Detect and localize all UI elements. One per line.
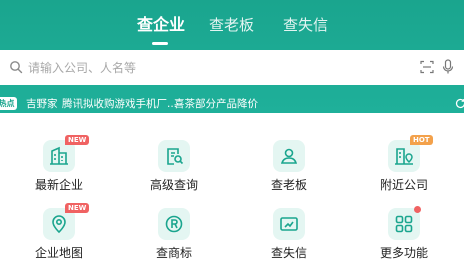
ticker-item[interactable]: 喜茶部分产品降价 xyxy=(174,96,258,112)
trademark-icon xyxy=(165,215,183,233)
hot-badge: HOT xyxy=(410,135,433,145)
search-input[interactable] xyxy=(28,58,388,78)
location-building-icon xyxy=(395,148,413,165)
grid-item-trademark[interactable]: 查商标 xyxy=(124,208,224,265)
grid-item-nearby-companies[interactable]: HOT 附近公司 xyxy=(354,135,454,200)
grid-item-label: 高级查询 xyxy=(149,178,198,192)
grid-item-dishonesty[interactable]: 查失信 xyxy=(239,208,339,265)
dishonesty-icon xyxy=(280,217,298,231)
search-bar[interactable] xyxy=(0,50,464,85)
scan-icon[interactable] xyxy=(420,60,434,74)
map-pin-icon xyxy=(52,215,66,234)
notification-dot xyxy=(414,206,421,213)
grid-item-label: 查失信 xyxy=(270,246,307,260)
grid-item-label: 附近公司 xyxy=(379,178,428,192)
grid-item-find-boss[interactable]: 查老板 xyxy=(239,140,339,200)
hot-tag: 热点 xyxy=(0,97,17,110)
grid-icon xyxy=(395,215,413,233)
grid-item-label: 查商标 xyxy=(155,246,192,260)
grid-item-label: 查老板 xyxy=(270,178,307,192)
new-badge: NEW xyxy=(65,135,90,145)
tab-bar: 查企业 查老板 查失信 xyxy=(0,14,464,45)
building-icon xyxy=(50,146,68,165)
header: 查企业 查老板 查失信 热点 吉野家 腾讯拟收购游戏手机厂... 喜茶部分产品降… xyxy=(0,0,464,113)
grid-item-advanced-search[interactable]: 高级查询 xyxy=(124,140,224,200)
tab-boss[interactable]: 查老板 xyxy=(209,14,254,36)
active-tab-indicator xyxy=(152,42,168,45)
grid-item-label: 最新企业 xyxy=(34,178,83,192)
search-doc-icon xyxy=(167,148,184,165)
microphone-icon[interactable] xyxy=(442,59,454,75)
hot-news-ticker[interactable]: 热点 吉野家 腾讯拟收购游戏手机厂... 喜茶部分产品降价 xyxy=(0,93,464,115)
refresh-icon[interactable] xyxy=(455,98,464,109)
grid-item-label: 企业地图 xyxy=(34,246,83,260)
grid-item-label: 更多功能 xyxy=(379,246,428,260)
ticker-item[interactable]: 吉野家 xyxy=(26,96,58,112)
ticker-item[interactable]: 腾讯拟收购游戏手机厂... xyxy=(62,96,177,112)
person-icon xyxy=(280,148,298,164)
tab-dishonest[interactable]: 查失信 xyxy=(283,14,328,36)
search-icon xyxy=(10,61,23,74)
grid-item-more-features[interactable]: 更多功能 xyxy=(354,206,454,265)
grid-item-company-map[interactable]: NEW 企业地图 xyxy=(9,203,109,265)
tab-company[interactable]: 查企业 xyxy=(137,14,185,36)
grid-item-latest-companies[interactable]: NEW 最新企业 xyxy=(9,135,109,200)
new-badge: NEW xyxy=(65,203,90,213)
